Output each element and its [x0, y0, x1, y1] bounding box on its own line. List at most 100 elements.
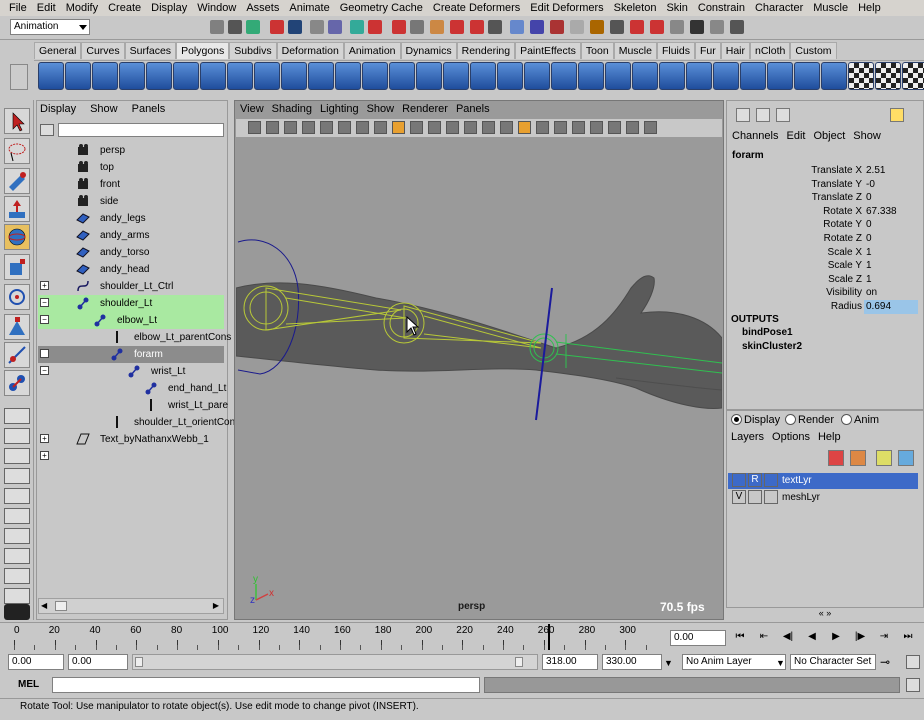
channel-row[interactable]: Scale X1 [728, 246, 918, 260]
append-icon[interactable] [551, 62, 577, 90]
channel-value[interactable]: 0 [864, 232, 918, 246]
layer-up-icon[interactable] [876, 450, 892, 466]
key-icon[interactable]: ⊸ [880, 655, 890, 669]
status-tool-icon[interactable] [530, 20, 544, 34]
status-tool-icon[interactable] [350, 20, 364, 34]
range-handle-left[interactable] [135, 657, 143, 667]
layer-collapse-handle[interactable]: « » [726, 608, 924, 622]
status-tool-icon[interactable] [630, 20, 644, 34]
layer-visibility-toggle[interactable] [732, 473, 746, 487]
outliner-search-field[interactable] [58, 123, 224, 137]
fill-hole-icon[interactable] [578, 62, 604, 90]
offset-loop-icon[interactable] [659, 62, 685, 90]
shelf-tab-painteffects[interactable]: PaintEffects [515, 42, 581, 59]
outliner-item[interactable]: side [38, 193, 224, 210]
playback-end-field[interactable]: 318.00 [542, 654, 598, 670]
anim-layer-dropdown[interactable]: No Anim Layer [682, 654, 786, 670]
shelf-tab-fluids[interactable]: Fluids [656, 42, 695, 59]
cylindrical-map-icon[interactable] [767, 62, 793, 90]
anim-end-field[interactable]: 330.00 [602, 654, 662, 670]
scroll-left-icon[interactable]: ◀ [41, 601, 47, 610]
outliner-item[interactable]: andy_head [38, 261, 224, 278]
outliner-menu-show[interactable]: Show [90, 103, 118, 119]
outliner-item[interactable]: shoulder_Lt_orientConstra [38, 414, 252, 431]
go-end-icon[interactable]: ⏭ [900, 629, 916, 645]
wireframe-icon[interactable] [446, 121, 459, 134]
select-tool-icon[interactable] [4, 108, 30, 134]
layer-menu-help[interactable]: Help [818, 431, 841, 443]
poly-soccer-icon[interactable] [281, 62, 307, 90]
cube-wire-icon[interactable] [362, 62, 388, 90]
outliner-item[interactable]: + shoulder_Lt_Ctrl [38, 278, 224, 295]
poly-torus-icon[interactable] [173, 62, 199, 90]
paint-select-tool-icon[interactable] [4, 168, 30, 194]
shadows-icon[interactable] [536, 121, 549, 134]
move-tool-icon[interactable] [4, 196, 30, 222]
shelf-tab-polygons[interactable]: Polygons [176, 42, 230, 59]
expand-toggle-icon[interactable]: − [40, 366, 49, 375]
outliner-item[interactable]: wrist_Lt_pare [38, 397, 228, 414]
outliner-item[interactable]: andy_legs [38, 210, 224, 227]
expand-toggle-icon[interactable]: − [40, 349, 49, 358]
poly-plane-icon[interactable] [146, 62, 172, 90]
last-tool-icon[interactable] [4, 370, 30, 396]
all-lights-icon[interactable] [500, 121, 513, 134]
field-chart-icon[interactable] [392, 121, 405, 134]
channel-menu-edit[interactable]: Edit [786, 130, 805, 142]
viewport-menu-view[interactable]: View [240, 103, 264, 115]
shelf-tab-rendering[interactable]: Rendering [456, 42, 516, 59]
scroll-right-icon[interactable]: ▶ [213, 601, 219, 610]
poly-prism-icon[interactable] [200, 62, 226, 90]
default-light-icon[interactable] [482, 121, 495, 134]
outliner-menu-panels[interactable]: Panels [132, 103, 166, 119]
combine-icon[interactable] [308, 62, 334, 90]
layer-color-swatch[interactable] [764, 473, 778, 487]
channel-menu-show[interactable]: Show [853, 130, 881, 142]
layer-name[interactable]: textLyr [782, 473, 812, 489]
channel-value[interactable]: 1 [864, 259, 918, 273]
layout-four-icon[interactable] [4, 428, 30, 444]
layer-name[interactable]: meshLyr [782, 490, 820, 506]
script-editor-icon[interactable] [906, 678, 920, 692]
sculpt-icon[interactable] [713, 62, 739, 90]
checker-icon[interactable] [848, 62, 874, 90]
expand-toggle-icon[interactable]: − [40, 315, 49, 324]
isolate-icon[interactable] [572, 121, 585, 134]
joint-xray-icon[interactable] [608, 121, 621, 134]
channel-value[interactable]: 0.694 [864, 300, 918, 314]
layout-single-icon[interactable] [4, 408, 30, 424]
viewport-menu-shading[interactable]: Shading [272, 103, 312, 115]
radio-display[interactable] [731, 414, 742, 425]
separate-icon[interactable] [335, 62, 361, 90]
shelf-tab-deformation[interactable]: Deformation [276, 42, 344, 59]
layout-graph-icon[interactable] [4, 488, 30, 504]
menu-skin[interactable]: Skin [661, 2, 692, 14]
step-fwd-key-icon[interactable]: ⇥ [876, 629, 892, 645]
viewport-menu-show[interactable]: Show [367, 103, 395, 115]
menu-assets[interactable]: Assets [241, 2, 284, 14]
mirror-icon[interactable] [470, 62, 496, 90]
mode-selector[interactable]: Animation [10, 19, 90, 35]
menu-constrain[interactable]: Constrain [693, 2, 750, 14]
channel-value[interactable]: 1 [864, 246, 918, 260]
scroll-thumb[interactable] [55, 601, 67, 611]
channel-value[interactable]: 67.338 [864, 205, 918, 219]
outliner-item[interactable]: andy_arms [38, 227, 224, 244]
outliner-item[interactable]: − forarm [38, 346, 224, 363]
layout-two-icon[interactable] [4, 448, 30, 464]
radio-anim[interactable] [841, 414, 852, 425]
lasso-tool-icon[interactable] [4, 138, 30, 164]
status-tool-icon[interactable] [510, 20, 524, 34]
play-icon[interactable]: ▶ [828, 629, 844, 645]
outliner-item[interactable]: elbow_Lt_parentCons [38, 329, 231, 346]
range-slider[interactable] [132, 654, 538, 670]
status-tool-icon[interactable] [470, 20, 484, 34]
menu-muscle[interactable]: Muscle [808, 2, 853, 14]
poly-sphere-icon[interactable] [38, 62, 64, 90]
shelf-tab-hair[interactable]: Hair [720, 42, 750, 59]
safe-action-icon[interactable] [410, 121, 423, 134]
viewport-menu-lighting[interactable]: Lighting [320, 103, 359, 115]
outliner-item[interactable]: top [38, 159, 224, 176]
step-back-key-icon[interactable]: ⇤ [756, 629, 772, 645]
shelf-tab-general[interactable]: General [34, 42, 82, 59]
